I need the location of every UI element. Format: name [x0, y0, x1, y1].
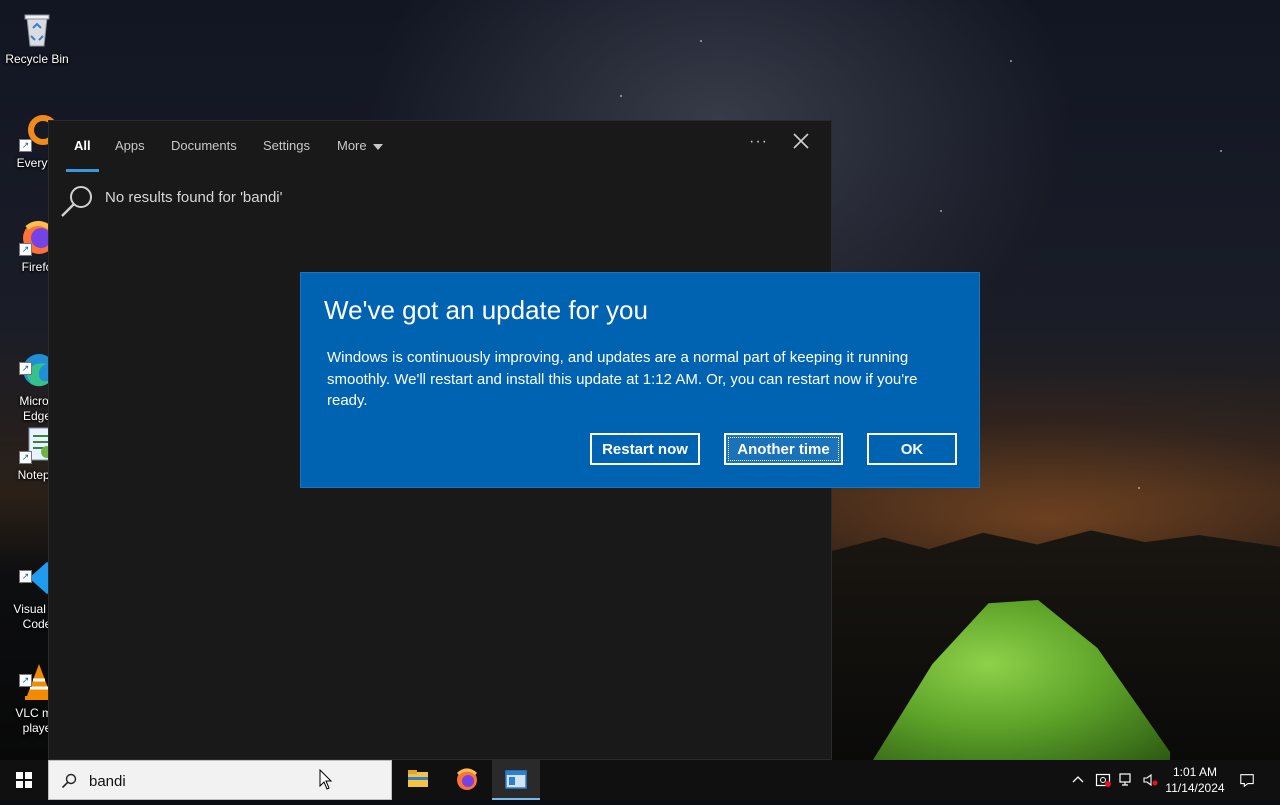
- tab-label: All: [74, 138, 91, 153]
- shortcut-arrow-icon: ↗: [19, 451, 32, 464]
- search-icon: [59, 183, 95, 219]
- taskbar-search-box[interactable]: bandi: [48, 760, 392, 800]
- tab-label: More: [337, 138, 367, 153]
- volume-muted-icon[interactable]: [1142, 772, 1158, 788]
- tab-documents[interactable]: Documents: [171, 138, 237, 172]
- no-results-message: No results found for 'bandi': [105, 189, 283, 206]
- ok-button[interactable]: OK: [867, 433, 957, 465]
- chevron-down-icon: [372, 143, 383, 150]
- star: [620, 95, 622, 97]
- tab-label: Documents: [171, 138, 237, 153]
- search-icon: [61, 773, 77, 789]
- shortcut-arrow-icon: ↗: [19, 243, 32, 256]
- shortcut-arrow-icon: ↗: [19, 674, 32, 687]
- star: [1220, 150, 1222, 152]
- defender-icon[interactable]: [1095, 772, 1111, 788]
- another-time-button[interactable]: Another time: [724, 433, 843, 465]
- notifications-icon[interactable]: [1239, 772, 1255, 788]
- shortcut-arrow-icon: ↗: [19, 139, 32, 152]
- clock-date: 11/14/2024: [1165, 781, 1225, 795]
- dialog-title: We've got an update for you: [324, 295, 648, 325]
- recycle-bin-icon: [17, 8, 57, 48]
- mouse-cursor-icon: [319, 769, 333, 790]
- start-button[interactable]: [0, 760, 48, 800]
- tab-more[interactable]: More: [337, 138, 383, 172]
- desktop-icon-recycle-bin[interactable]: Recycle Bin: [0, 8, 74, 67]
- tab-settings[interactable]: Settings: [263, 138, 310, 172]
- restart-now-button[interactable]: Restart now: [590, 433, 700, 465]
- dialog-message: Windows is continuously improving, and u…: [327, 349, 918, 409]
- star: [940, 210, 942, 212]
- active-tab-indicator: [66, 169, 99, 172]
- clock-time: 1:01 AM: [1172, 765, 1218, 779]
- chevron-up-icon[interactable]: [1070, 772, 1086, 788]
- taskbar-file-explorer[interactable]: [394, 760, 442, 800]
- taskbar-clock[interactable]: 1:01 AM 11/14/2024: [1160, 764, 1230, 796]
- file-explorer-icon: [408, 770, 428, 787]
- network-icon[interactable]: [1119, 772, 1135, 788]
- tab-apps[interactable]: Apps: [115, 138, 145, 172]
- desktop-icon-label: Recycle Bin: [5, 52, 69, 66]
- shortcut-arrow-icon: ↗: [19, 362, 32, 375]
- close-icon: [793, 133, 809, 149]
- tab-all[interactable]: All: [66, 138, 99, 172]
- search-input-value: bandi: [89, 773, 126, 790]
- shortcut-arrow-icon: ↗: [19, 570, 32, 583]
- star: [700, 40, 702, 42]
- close-button[interactable]: [791, 131, 811, 151]
- taskbar: bandi 1:01 AM 11/14/2024: [0, 760, 1280, 800]
- tab-label: Settings: [263, 138, 310, 153]
- options-button[interactable]: ···: [749, 133, 768, 151]
- search-tabs: All Apps Documents Settings More ···: [49, 121, 831, 173]
- firefox-icon: [457, 768, 477, 790]
- star: [1138, 487, 1140, 489]
- taskbar-firefox[interactable]: [443, 760, 491, 800]
- tab-label: Apps: [115, 138, 145, 153]
- windows-logo-icon: [16, 772, 32, 788]
- update-dialog: We've got an update for you Windows is c…: [300, 272, 980, 488]
- active-window-icon: [505, 770, 527, 789]
- taskbar-active-window[interactable]: [492, 760, 540, 800]
- star: [1010, 60, 1012, 62]
